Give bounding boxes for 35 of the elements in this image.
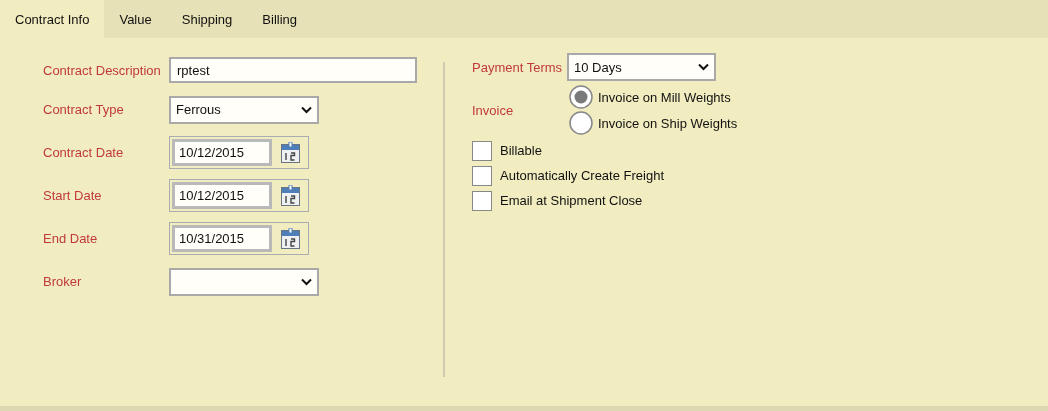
checkbox[interactable]	[472, 140, 492, 161]
checkbox[interactable]	[472, 165, 492, 186]
tab[interactable]: Contract Info	[0, 0, 105, 38]
radio-label: Invoice on Mill Weights	[598, 89, 731, 105]
dropdown[interactable]	[169, 267, 319, 296]
field-label: Contract Type	[43, 102, 125, 117]
text-field[interactable]: rptest	[169, 57, 417, 83]
caret-icon	[301, 105, 312, 114]
radio-label: Invoice on Ship Weights	[598, 115, 738, 131]
radio-button[interactable]	[569, 85, 593, 109]
checkbox-label: Billable	[500, 143, 542, 158]
field-label: Invoice	[472, 102, 515, 118]
tab[interactable]: Shipping	[166, 0, 248, 38]
checkbox-label: Automatically Create Freight	[500, 168, 664, 183]
calendar-icon[interactable]	[281, 142, 300, 163]
date-field[interactable]: 10/31/2015	[172, 225, 272, 252]
checkbox[interactable]	[472, 190, 492, 211]
caret-icon	[301, 277, 312, 286]
dropdown[interactable]: Ferrous	[169, 95, 319, 124]
caret-icon	[698, 63, 709, 71]
dropdown[interactable]: 10 Days	[567, 53, 716, 81]
field-label: Contract Date	[43, 145, 125, 160]
radio-button[interactable]	[569, 111, 593, 135]
tab[interactable]: Billing	[247, 0, 313, 38]
tab[interactable]: Value	[104, 0, 167, 38]
date-field[interactable]: 10/12/2015	[172, 182, 272, 209]
calendar-icon[interactable]	[281, 185, 300, 206]
field-label: Contract Description	[43, 62, 162, 78]
field-label: Broker	[43, 274, 83, 289]
date-field[interactable]: 10/12/2015	[172, 139, 272, 166]
calendar-icon[interactable]	[281, 228, 300, 249]
field-label: Start Date	[43, 188, 103, 203]
checkbox-label: Email at Shipment Close	[500, 193, 643, 208]
field-label: Payment Terms	[472, 59, 564, 75]
field-label: End Date	[43, 231, 99, 246]
